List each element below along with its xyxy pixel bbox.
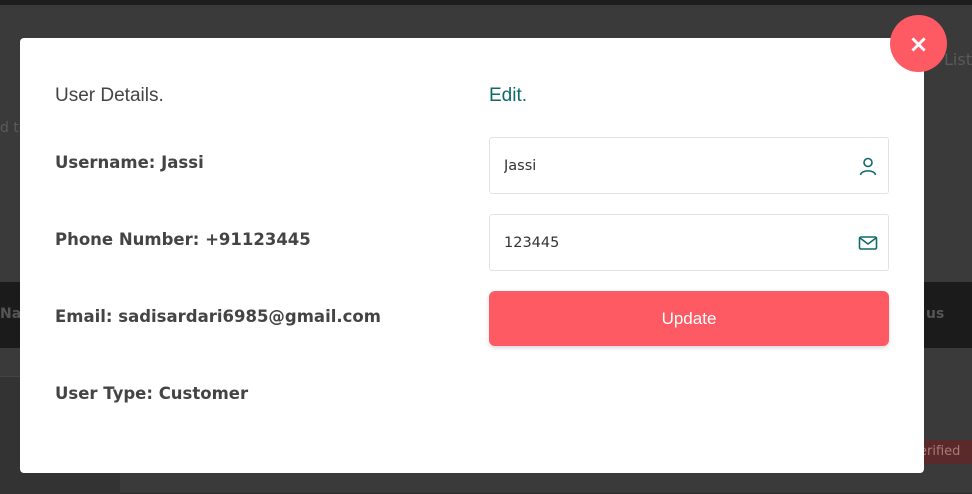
name-field[interactable] (489, 137, 889, 194)
email-detail: Email: sadisardari6985@gmail.com (55, 307, 381, 326)
user-details-title: User Details. (55, 85, 164, 106)
user-type-detail: User Type: Customer (55, 384, 249, 403)
phone-field[interactable] (489, 214, 889, 271)
background-topbar (0, 0, 972, 5)
name-input[interactable] (490, 156, 848, 175)
background-header-left: Na (0, 306, 22, 322)
background-list-label: List (944, 50, 972, 69)
phone-detail: Phone Number: +91123445 (55, 230, 311, 249)
close-icon: × (908, 29, 929, 58)
username-detail: Username: Jassi (55, 153, 204, 172)
close-button[interactable]: × (890, 15, 947, 72)
envelope-icon (848, 235, 888, 251)
edit-title: Edit. (489, 85, 528, 106)
phone-input[interactable] (490, 233, 848, 252)
update-button[interactable]: Update (489, 291, 889, 346)
user-details-modal: User Details. Edit. Username: Jassi Phon… (20, 38, 924, 473)
user-icon (848, 156, 888, 176)
background-header-right: us (926, 306, 945, 322)
